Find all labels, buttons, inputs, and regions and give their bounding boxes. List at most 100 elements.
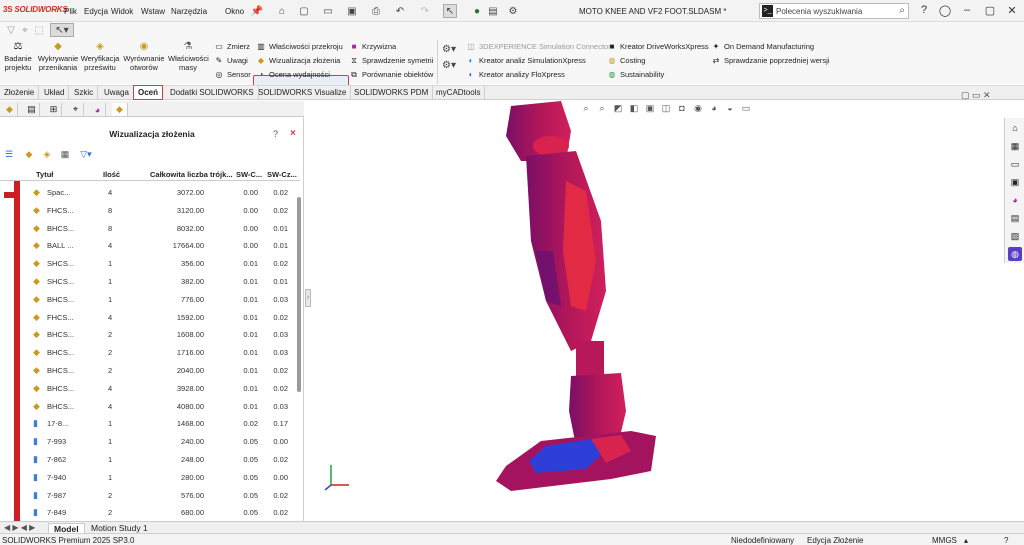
nested-view-icon[interactable]: ◈ xyxy=(40,148,54,161)
save-icon[interactable]: ▣ xyxy=(345,4,359,18)
costing-button[interactable]: ◍ Costing xyxy=(607,55,646,66)
menu-window[interactable]: Okno xyxy=(225,7,244,16)
undo-icon[interactable]: ↶ xyxy=(393,4,407,18)
table-row[interactable]: ◆ BHCS... 2 1608.00 0.01 0.03 xyxy=(0,325,300,343)
solidworks-forum-icon[interactable]: ▧ xyxy=(1008,229,1022,243)
new-icon[interactable]: ▢ xyxy=(297,4,311,18)
tab-solidworks-pdm[interactable]: SOLIDWORKS PDM xyxy=(350,86,434,100)
assembly-visualization-button[interactable]: ◆ Wizualizacja złożenia xyxy=(256,55,340,66)
file-properties-icon[interactable]: ▤ xyxy=(486,4,500,18)
assembly-visualization-tab-icon[interactable]: ◆ xyxy=(112,103,128,116)
compare-bodies-button[interactable]: ⧉ Porównanie obiektów xyxy=(349,69,433,80)
search-commands-box[interactable]: >_ Polecenia wyszukiwania ⌕ xyxy=(759,3,909,19)
redo-icon[interactable]: ↷ xyxy=(418,4,432,18)
custom-properties-icon[interactable]: ▤ xyxy=(1008,211,1022,225)
maximize-button[interactable]: ▢ xyxy=(983,4,997,17)
table-row[interactable]: ◆ BHCS... 1 776.00 0.01 0.03 xyxy=(0,290,300,308)
solidworks-resources-icon[interactable]: ⌂ xyxy=(1008,121,1022,135)
table-row[interactable]: ◆ FHCS... 8 3120.00 0.00 0.02 xyxy=(0,201,300,219)
open-icon[interactable]: ▭ xyxy=(321,4,335,18)
menu-file[interactable]: Plik xyxy=(64,7,77,16)
col-sw-cz[interactable]: SW-Cz... xyxy=(267,170,297,179)
table-row[interactable]: ▮ 7-849 2 680.00 0.05 0.02 xyxy=(0,503,300,521)
table-row[interactable]: ◆ SHCS... 1 382.00 0.01 0.01 xyxy=(0,272,300,290)
panel-help-icon[interactable]: ? xyxy=(273,129,278,139)
view-palette-icon[interactable]: ▣ xyxy=(1008,175,1022,189)
home-icon[interactable]: ⌂ xyxy=(275,4,289,18)
measure-button[interactable]: ▭ Zmierz xyxy=(214,41,250,52)
scroll-left-icon[interactable]: ◀ ▶ ◀ ▶ xyxy=(4,523,35,532)
3dexperience-simulation-connector-button[interactable]: ◫ 3DEXPERIENCE Simulation Connector xyxy=(466,41,611,52)
configuration-manager-tab-icon[interactable]: ⊞ xyxy=(46,103,62,116)
table-row[interactable]: ▮ 7-993 1 240.00 0.05 0.00 xyxy=(0,432,300,450)
list-view-icon[interactable]: ☰ xyxy=(2,148,16,161)
select-filter-icon[interactable]: ⌖ xyxy=(18,23,32,37)
print-icon[interactable]: ⎙ xyxy=(369,4,383,18)
units-dropdown-icon[interactable]: ▴ xyxy=(964,536,968,545)
table-row[interactable]: ◆ BHCS... 8 8032.00 0.00 0.01 xyxy=(0,219,300,237)
solidworks-logo[interactable]: 3S SOLIDWORKS xyxy=(3,5,68,14)
group-icon[interactable]: ◆ xyxy=(22,148,36,161)
table-row[interactable]: ◆ BHCS... 2 1716.00 0.01 0.03 xyxy=(0,343,300,361)
select-icon[interactable]: ↖ xyxy=(443,4,457,18)
mycadtools-icon[interactable]: ◍ xyxy=(1008,247,1022,261)
pointer-select-icon[interactable]: ↖▾ xyxy=(50,23,74,37)
box-select-icon[interactable]: ⬚ xyxy=(32,23,46,37)
help-small-icon[interactable]: ? xyxy=(1004,536,1008,545)
section-properties-button[interactable]: ▥ Właściwości przekroju xyxy=(256,41,343,52)
file-explorer-icon[interactable]: ▭ xyxy=(1008,157,1022,171)
property-manager-tab-icon[interactable]: ▤ xyxy=(24,103,40,116)
col-triangles[interactable]: Całkowita liczba trójk... xyxy=(150,170,233,179)
feature-manager-tab-icon[interactable]: ◆ xyxy=(2,103,18,116)
filter-icon[interactable]: ▽ xyxy=(4,23,18,37)
user-icon[interactable]: ◯ xyxy=(938,4,952,17)
col-title[interactable]: Tytuł xyxy=(36,170,53,179)
panel-close-icon[interactable]: × xyxy=(290,128,296,139)
table-row[interactable]: ◆ BALL ... 4 17664.00 0.00 0.01 xyxy=(0,236,300,254)
table-row[interactable]: ◆ Spac... 4 3072.00 0.00 0.02 xyxy=(0,183,300,201)
table-row[interactable]: ▮ 17-8... 1 1468.00 0.02 0.17 xyxy=(0,414,300,432)
on-demand-manufacturing-button[interactable]: ✦ On Demand Manufacturing xyxy=(711,41,814,52)
design-library-icon[interactable]: ▦ xyxy=(1008,139,1022,153)
sensor-button[interactable]: ◎ Sensor xyxy=(214,69,251,80)
sustainability-button[interactable]: ◍ Sustainability xyxy=(607,69,665,80)
table-row[interactable]: ◆ FHCS... 4 1592.00 0.01 0.02 xyxy=(0,308,300,326)
menu-insert[interactable]: Wstaw xyxy=(141,7,165,16)
mass-properties-button[interactable]: ⚗ Właściwości masy xyxy=(168,40,209,72)
table-row[interactable]: ◆ BHCS... 4 3928.00 0.01 0.02 xyxy=(0,379,300,397)
appearances-icon[interactable]: ◕ xyxy=(1008,193,1022,207)
menu-tools[interactable]: Narzędzia xyxy=(171,7,207,16)
col-quantity[interactable]: Ilość xyxy=(103,170,120,179)
close-button[interactable]: ✕ xyxy=(1005,4,1019,17)
dimxpert-tab-icon[interactable]: ⌖ xyxy=(68,103,84,116)
display-manager-tab-icon[interactable]: ◕ xyxy=(90,103,106,116)
clearance-verification-button[interactable]: ◈ Weryfikacja prześwitu xyxy=(80,40,120,72)
search-input[interactable]: Polecenia wyszukiwania xyxy=(776,7,862,16)
pin-icon[interactable]: 📌 xyxy=(250,4,264,18)
tab-sketch[interactable]: Szkic xyxy=(70,86,99,100)
tab-evaluate[interactable]: Oceń xyxy=(133,85,164,100)
table-row[interactable]: ▮ 7-862 1 248.00 0.05 0.02 xyxy=(0,450,300,468)
filter-dropdown-icon[interactable]: ▽▾ xyxy=(76,148,96,161)
minimize-button[interactable]: – xyxy=(960,4,974,16)
curvature-button[interactable]: ■ Krzywizna xyxy=(349,41,397,52)
vertical-scrollbar[interactable] xyxy=(297,197,301,392)
table-row[interactable]: ◆ SHCS... 1 356.00 0.01 0.02 xyxy=(0,254,300,272)
hole-alignment-button[interactable]: ◉ Wyrównanie otworów xyxy=(122,40,166,72)
settings-dropdown-icon[interactable]: ⚙▾ xyxy=(442,42,456,56)
prosthetic-leg-model[interactable] xyxy=(491,101,711,501)
viewport-window-controls-icon[interactable]: ▢ ▭ ✕ xyxy=(961,90,991,101)
options-icon[interactable]: ⚙ xyxy=(506,4,520,18)
table-row[interactable]: ◆ BHCS... 2 2040.00 0.01 0.02 xyxy=(0,361,300,379)
status-units[interactable]: MMGS xyxy=(932,536,957,545)
menu-edit[interactable]: Edycja xyxy=(84,7,108,16)
previous-version-check-button[interactable]: ⇄ Sprawdzanie poprzedniej wersji xyxy=(711,55,830,66)
floxpress-button[interactable]: ◐ Kreator analizy FloXpress xyxy=(466,69,565,80)
interference-detection-button[interactable]: ◆ Wykrywanie przenikania xyxy=(36,40,80,72)
graphics-area[interactable]: ⌕ ⌕ ◩ ◧ ▣ ◫ ◘ ◉ ◕ ◒ ▭ ▢ ▭ ✕ xyxy=(311,90,1003,521)
apply-scene-icon[interactable]: ◒ xyxy=(723,103,737,113)
performance-evaluation-button[interactable]: ◔ Ocena wydajności xyxy=(256,69,330,80)
driveworksxpress-button[interactable]: ■ Kreator DriveWorksXpress xyxy=(607,41,709,52)
col-sw-c[interactable]: SW-C... xyxy=(236,170,262,179)
tab-layout[interactable]: Układ xyxy=(40,86,70,100)
